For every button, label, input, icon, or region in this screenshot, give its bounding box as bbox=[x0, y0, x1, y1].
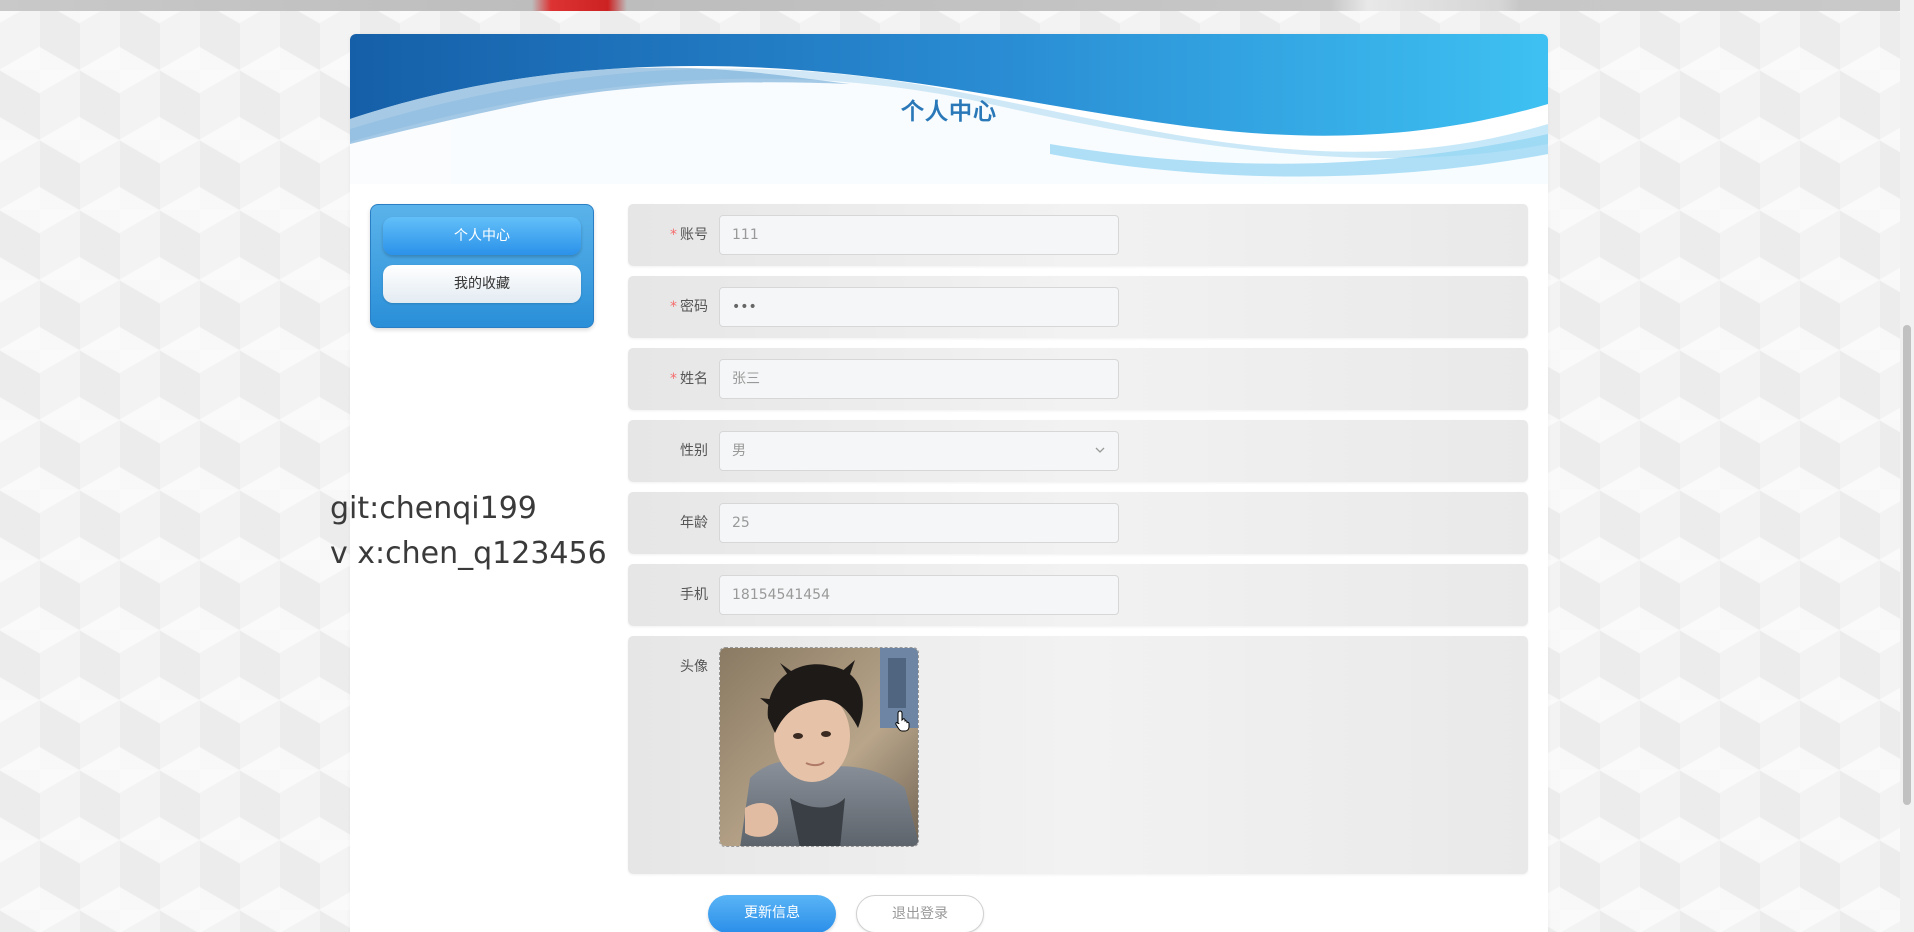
avatar-upload[interactable] bbox=[719, 647, 919, 847]
name-label: * 姓名 bbox=[670, 371, 708, 387]
password-label: * 密码 bbox=[670, 299, 708, 315]
watermark-line-1: git:chenqi199 bbox=[330, 491, 537, 526]
phone-label: 手机 bbox=[680, 587, 708, 603]
watermark-text: git:chenqi199 v x:chen_q123456 bbox=[330, 486, 607, 576]
side-menu: 个人中心 我的收藏 bbox=[370, 204, 594, 328]
scrollbar-thumb[interactable] bbox=[1903, 325, 1911, 805]
form-row-age: 年龄 25 bbox=[628, 492, 1528, 554]
form-row-account: * 账号 111 bbox=[628, 204, 1528, 266]
update-info-button[interactable]: 更新信息 bbox=[708, 895, 836, 932]
form-row-avatar: 头像 bbox=[628, 636, 1528, 874]
password-input[interactable]: ••• bbox=[719, 287, 1119, 327]
logout-button[interactable]: 退出登录 bbox=[856, 895, 984, 932]
gender-select[interactable]: 男 bbox=[719, 431, 1119, 471]
chevron-down-icon bbox=[1094, 432, 1106, 486]
form-row-password: * 密码 ••• bbox=[628, 276, 1528, 338]
gender-label: 性别 bbox=[680, 443, 708, 459]
sidebar-item-my-favorites[interactable]: 我的收藏 bbox=[383, 265, 581, 303]
name-input[interactable]: 张三 bbox=[719, 359, 1119, 399]
sidebar-item-personal-center[interactable]: 个人中心 bbox=[383, 217, 581, 255]
vertical-scrollbar[interactable] bbox=[1900, 0, 1914, 932]
watermark-line-2: v x:chen_q123456 bbox=[330, 536, 607, 571]
required-mark: * bbox=[670, 299, 677, 315]
page-title: 个人中心 bbox=[901, 99, 997, 125]
age-label: 年龄 bbox=[680, 515, 708, 531]
account-input[interactable]: 111 bbox=[719, 215, 1119, 255]
avatar-label: 头像 bbox=[680, 659, 708, 675]
avatar-image bbox=[720, 648, 918, 846]
age-input[interactable]: 25 bbox=[719, 503, 1119, 543]
phone-input[interactable]: 18154541454 bbox=[719, 575, 1119, 615]
hand-cursor-icon bbox=[895, 710, 910, 732]
form-row-name: * 姓名 张三 bbox=[628, 348, 1528, 410]
account-label: * 账号 bbox=[670, 227, 708, 243]
form-row-phone: 手机 18154541454 bbox=[628, 564, 1528, 626]
required-mark: * bbox=[670, 227, 677, 243]
gender-selected-value: 男 bbox=[732, 443, 746, 459]
form-row-gender: 性别 男 bbox=[628, 420, 1528, 482]
required-mark: * bbox=[670, 371, 677, 387]
top-banner-image bbox=[0, 0, 1900, 11]
